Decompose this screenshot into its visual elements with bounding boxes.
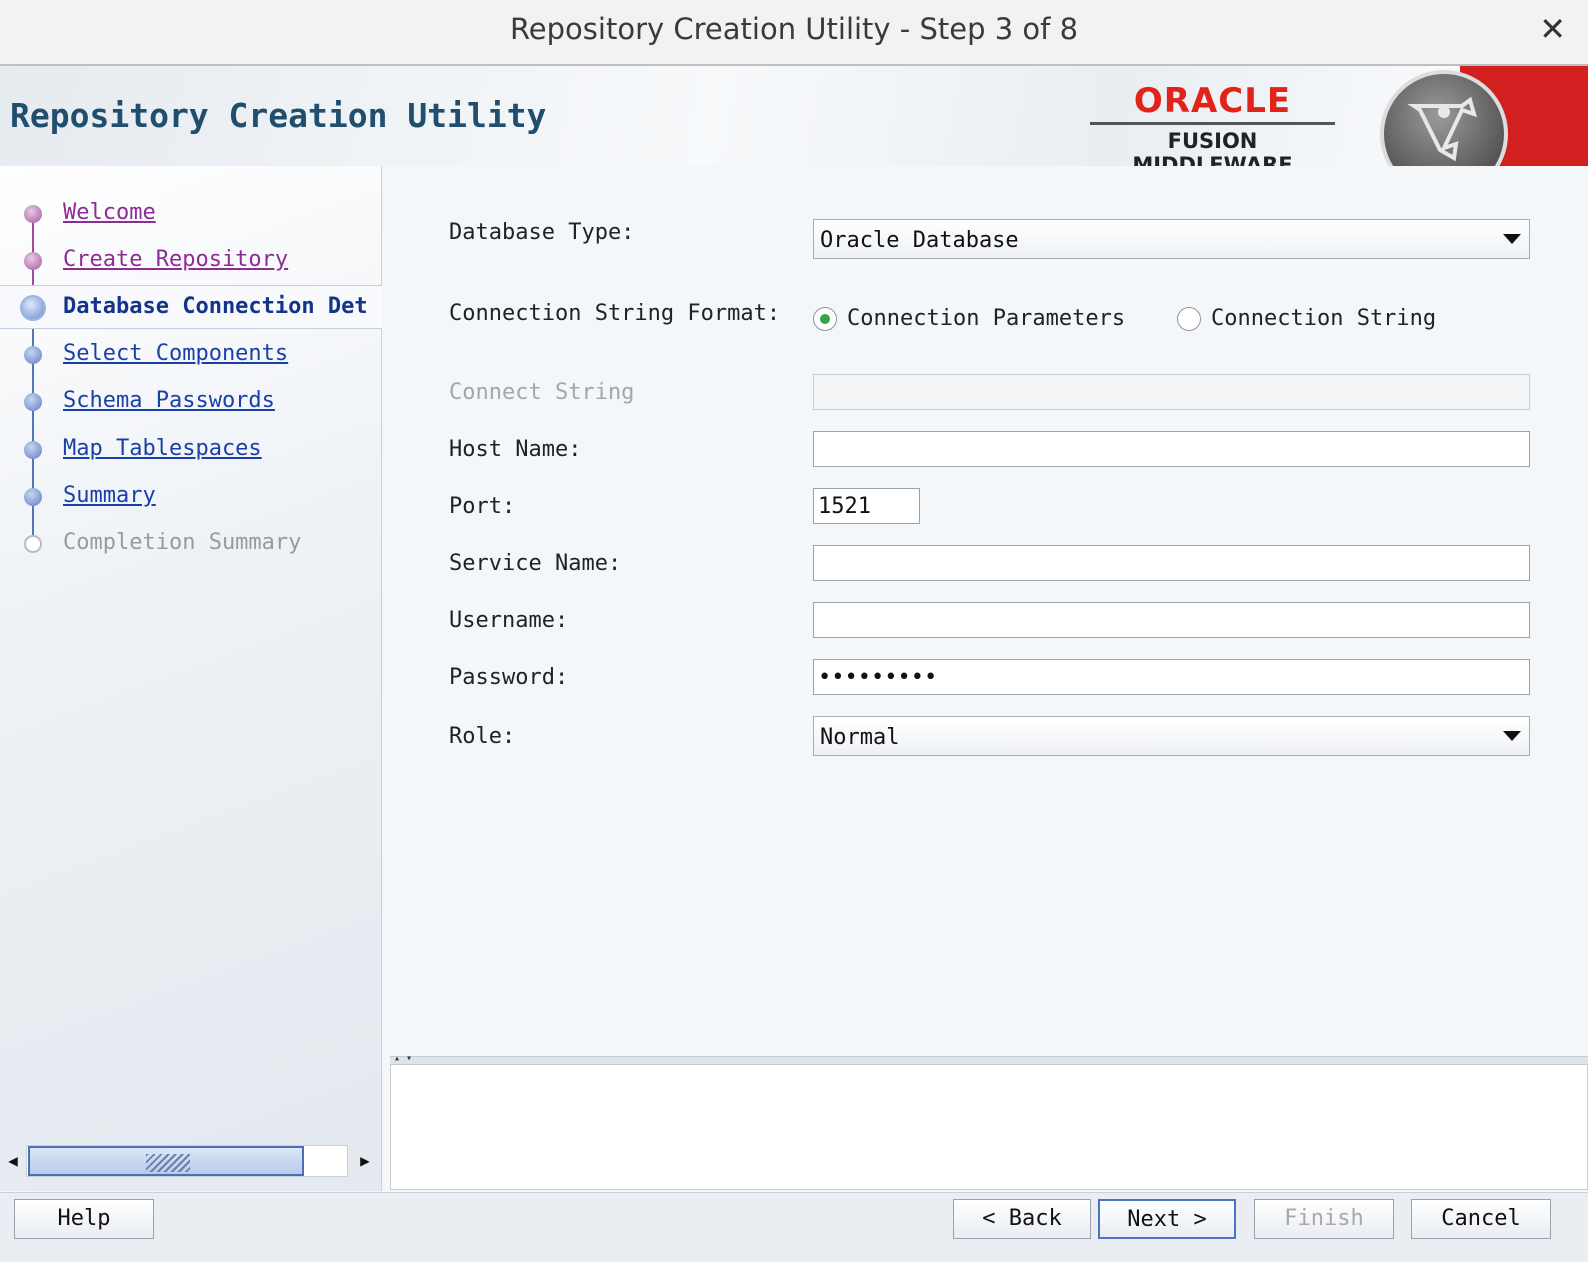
product-name: FUSION MIDDLEWARE <box>1132 129 1293 166</box>
radio-label: Connection String <box>1211 306 1437 331</box>
back-button[interactable]: < Back <box>953 1199 1091 1239</box>
password-input[interactable] <box>813 659 1530 695</box>
role-label: Role: <box>449 724 516 749</box>
nav-item-label: Create Repository <box>63 247 289 272</box>
chevron-down-icon <box>1503 731 1521 741</box>
next-button[interactable]: Next > <box>1098 1199 1236 1239</box>
nav-item-label: Select Components <box>63 341 289 366</box>
username-label: Username: <box>449 608 569 633</box>
password-label: Password: <box>449 665 569 690</box>
window-title: Repository Creation Utility - Step 3 of … <box>509 12 1079 46</box>
form-panel: Database Type: Oracle Database Connectio… <box>390 170 1588 1056</box>
port-label: Port: <box>449 494 516 519</box>
step-visited-icon <box>24 205 42 223</box>
nav-item-map-tablespaces[interactable]: Map Tablespaces <box>0 428 382 472</box>
logo-divider <box>1090 122 1335 125</box>
nav-item-label: Map Tablespaces <box>63 436 262 461</box>
nav-item-database-connection-details[interactable]: Database Connection Det <box>0 285 382 329</box>
nav-item-label: Summary <box>63 483 156 508</box>
header-banner: Repository Creation Utility ORACLE FUSIO… <box>0 66 1588 166</box>
step-inactive-icon <box>24 535 42 553</box>
username-input[interactable] <box>813 602 1530 638</box>
step-pending-icon <box>24 441 42 459</box>
host-name-input[interactable] <box>813 431 1530 467</box>
nav-item-welcome[interactable]: Welcome <box>0 192 382 236</box>
nav-item-create-repository[interactable]: Create Repository <box>0 239 382 283</box>
cancel-button[interactable]: Cancel <box>1411 1199 1551 1239</box>
database-type-value: Oracle Database <box>820 228 1019 253</box>
splitter-arrows-icon[interactable]: ▴ ▾ <box>394 1053 412 1064</box>
database-type-select[interactable]: Oracle Database <box>813 219 1530 259</box>
nav-item-label: Schema Passwords <box>63 388 275 413</box>
nav-item-summary[interactable]: Summary <box>0 475 382 519</box>
scrollbar-thumb[interactable] <box>28 1146 304 1176</box>
connection-format-label: Connection String Format: <box>449 301 781 326</box>
finish-button: Finish <box>1254 1199 1394 1239</box>
nav-horizontal-scrollbar[interactable]: ◀ ▶ <box>0 1145 382 1177</box>
step-pending-icon <box>24 393 42 411</box>
oracle-brand-text: ORACLE <box>1133 81 1292 121</box>
role-value: Normal <box>820 725 900 750</box>
nav-item-label: Database Connection Det <box>63 294 368 319</box>
wizard-footer: Help < Back Next > Finish Cancel <box>0 1192 1588 1262</box>
database-type-label: Database Type: <box>449 220 635 245</box>
radio-selected-icon <box>813 307 837 331</box>
host-name-label: Host Name: <box>449 437 582 462</box>
oracle-logo: ORACLE FUSION MIDDLEWARE <box>1090 82 1335 166</box>
service-name-label: Service Name: <box>449 551 622 576</box>
nav-item-schema-passwords[interactable]: Schema Passwords <box>0 380 382 424</box>
nav-item-label: Completion Summary <box>63 530 302 555</box>
nav-item-completion-summary: Completion Summary <box>0 522 382 566</box>
window-titlebar: Repository Creation Utility - Step 3 of … <box>0 0 1588 66</box>
scroll-right-arrow-icon[interactable]: ▶ <box>352 1145 378 1177</box>
close-icon[interactable]: ✕ <box>1539 10 1566 48</box>
step-pending-icon <box>24 488 42 506</box>
nav-item-label: Welcome <box>63 200 156 225</box>
message-area <box>390 1064 1588 1190</box>
port-input[interactable] <box>813 488 920 524</box>
nav-item-select-components[interactable]: Select Components <box>0 333 382 377</box>
step-current-icon <box>20 295 46 321</box>
service-name-input[interactable] <box>813 545 1530 581</box>
help-button[interactable]: Help <box>14 1199 154 1239</box>
radio-label: Connection Parameters <box>847 306 1126 331</box>
app-title: Repository Creation Utility <box>10 96 547 135</box>
connect-string-input <box>813 374 1530 410</box>
step-pending-icon <box>24 346 42 364</box>
scrollbar-grip <box>146 1154 190 1172</box>
wizard-nav: Welcome Create Repository Database Conne… <box>0 166 382 1191</box>
radio-unselected-icon <box>1177 307 1201 331</box>
chevron-down-icon <box>1503 234 1521 244</box>
step-visited-icon <box>24 252 42 270</box>
scroll-left-arrow-icon[interactable]: ◀ <box>0 1145 26 1177</box>
connect-string-label: Connect String <box>449 380 635 405</box>
panel-splitter[interactable]: ▴ ▾ <box>390 1053 1588 1064</box>
role-select[interactable]: Normal <box>813 716 1530 756</box>
